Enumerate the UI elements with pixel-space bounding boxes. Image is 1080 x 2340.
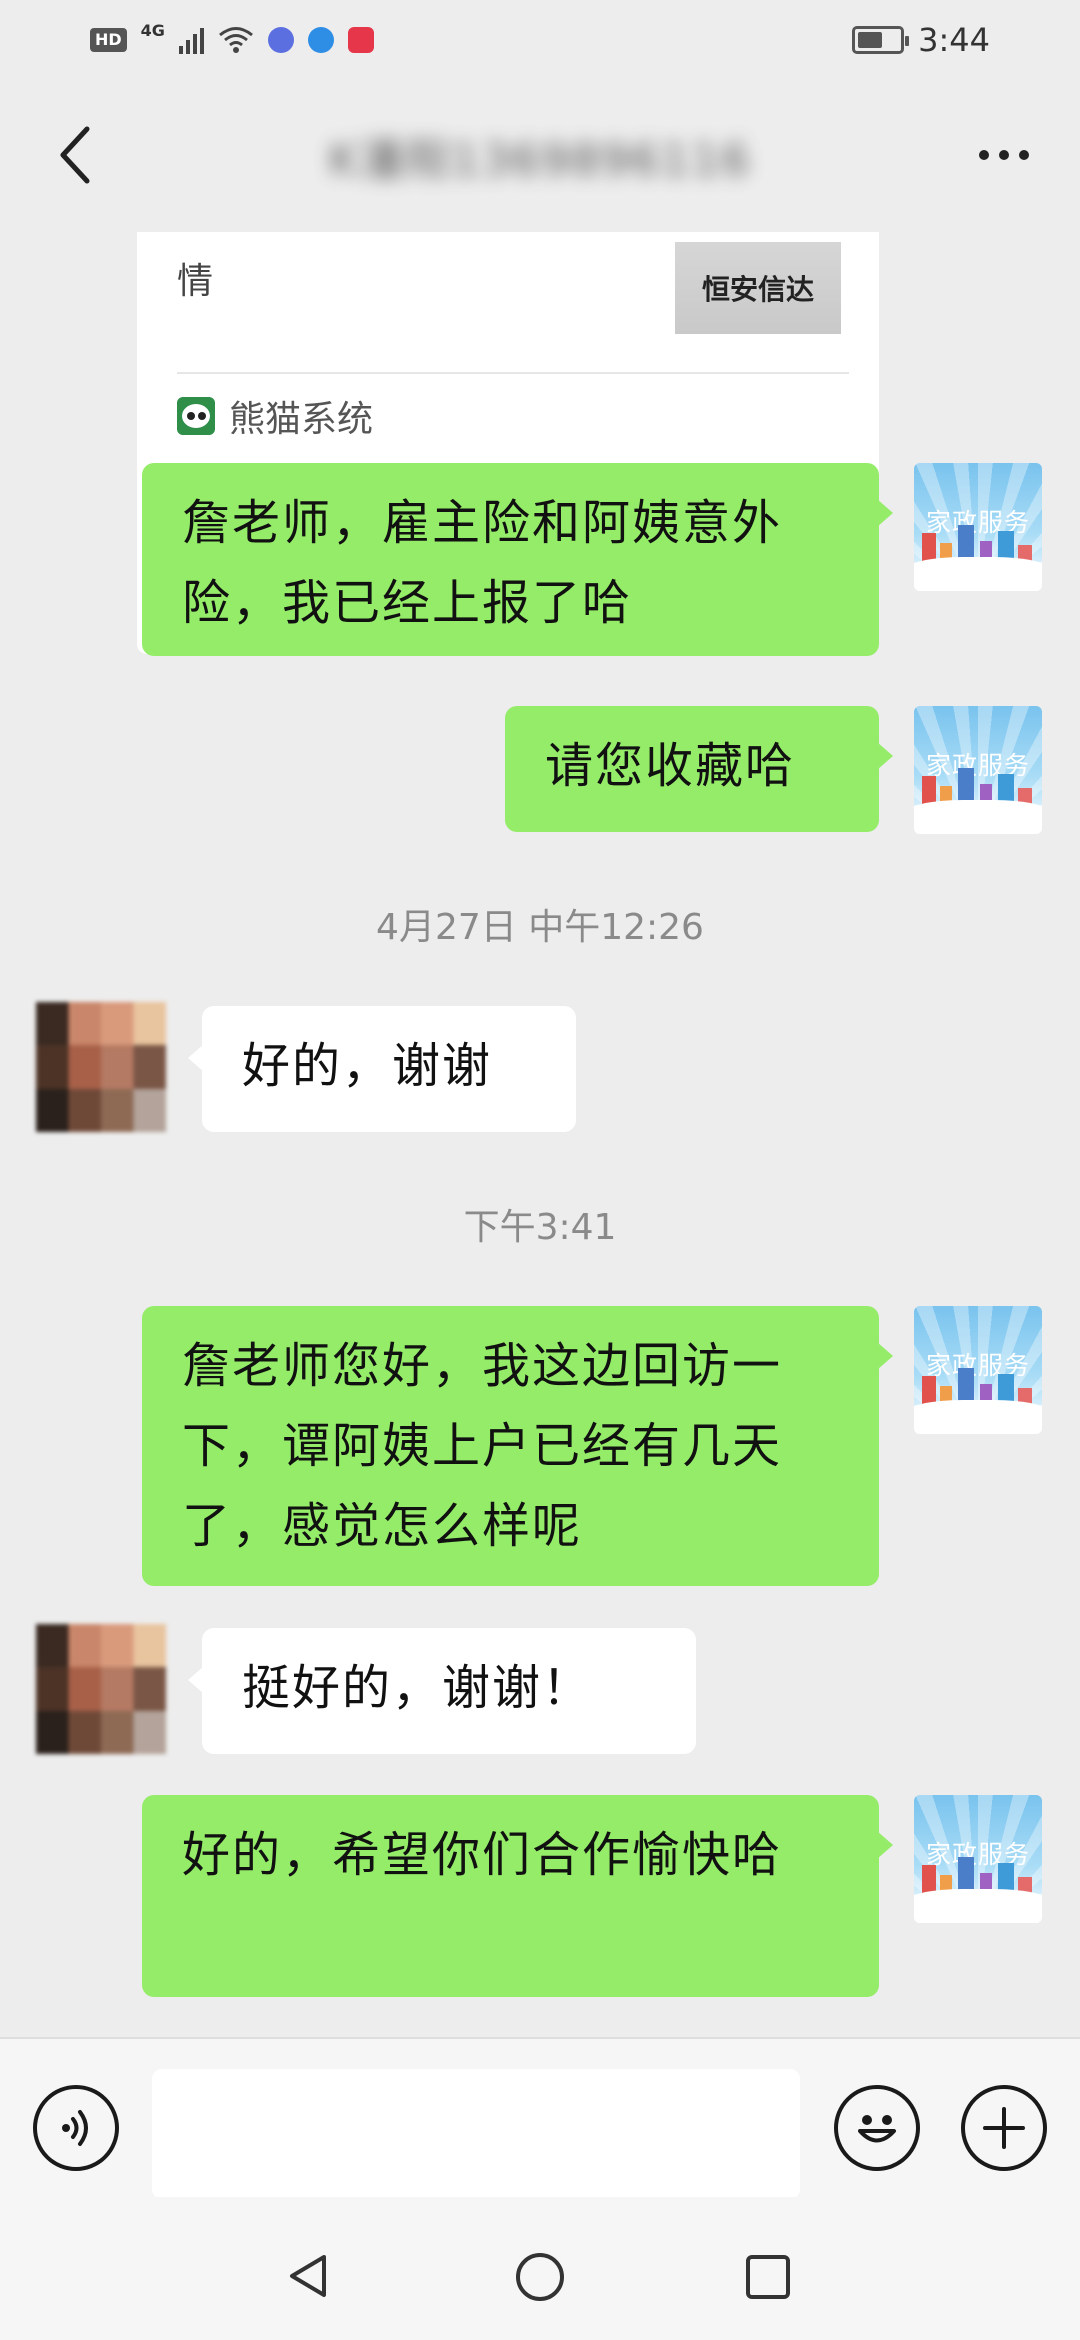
panda-icon	[177, 397, 215, 435]
my-avatar[interactable]: 家政服务	[914, 706, 1042, 834]
message-bubble-outgoing[interactable]: 詹老师，雇主险和阿姨意外险，我已经上报了哈	[142, 463, 893, 656]
message-text: 挺好的，谢谢！	[242, 1660, 593, 1716]
message-bubble-outgoing[interactable]: 好的，希望你们合作愉快哈	[142, 1795, 893, 1997]
message-input[interactable]	[152, 2069, 800, 2199]
add-button[interactable]	[961, 2085, 1047, 2171]
status-icons-right: 3:44	[852, 21, 990, 59]
my-avatar[interactable]: 家政服务	[914, 1306, 1042, 1434]
contact-avatar[interactable]	[36, 1624, 166, 1754]
message-bubble-outgoing[interactable]: 请您收藏哈	[505, 706, 893, 832]
contact-avatar[interactable]	[36, 1002, 166, 1132]
more-dot-icon	[999, 150, 1009, 160]
card-source-label: 熊猫系统	[229, 399, 374, 440]
message-bubble-incoming[interactable]: 挺好的，谢谢！	[188, 1628, 696, 1754]
system-nav-bar	[0, 2197, 1080, 2340]
my-avatar[interactable]: 家政服务	[914, 1795, 1042, 1923]
more-button[interactable]	[964, 120, 1044, 190]
card-thumbnail-text: 恒安信达	[701, 273, 814, 306]
card-thumbnail: 恒安信达	[675, 242, 841, 334]
message-text: 詹老师您好，我这边回访一下，谭阿姨上户已经有几天了，感觉怎么样呢	[182, 1338, 783, 1554]
status-bar: HD 4G 3:44	[0, 0, 1080, 80]
smiley-icon	[858, 2115, 896, 2143]
hd-badge: HD	[90, 28, 127, 52]
nav-home-icon[interactable]	[514, 2251, 566, 2303]
nav-recents-icon[interactable]	[744, 2253, 792, 2301]
plus-icon	[983, 2107, 1025, 2149]
card-title: 情	[177, 261, 214, 302]
divider	[177, 372, 849, 374]
chat-header: K潘阳1369896116	[0, 80, 1080, 232]
battery-level	[858, 32, 883, 48]
status-icons-left: HD 4G	[90, 21, 374, 54]
browser-app-icon	[307, 27, 334, 53]
back-button[interactable]	[40, 120, 110, 190]
clock: 3:44	[918, 21, 990, 59]
battery-icon	[852, 26, 910, 54]
emoji-button[interactable]	[834, 2085, 920, 2171]
chat-area[interactable]: 情 恒安信达 熊猫系统 詹老师，雇主险和阿姨意外险，我已经上报了哈 家政服务 请…	[0, 232, 1080, 2037]
chat-title: K潘阳1369896116	[328, 135, 752, 186]
nav-back-icon[interactable]	[284, 2251, 334, 2301]
message-text: 请您收藏哈	[545, 738, 796, 794]
more-dot-icon	[1019, 150, 1029, 160]
voice-button[interactable]	[33, 2085, 119, 2171]
timestamp: 下午3:41	[463, 1207, 617, 1248]
music-app-icon	[267, 27, 294, 53]
card-source: 熊猫系统	[177, 390, 373, 442]
message-bubble-incoming[interactable]: 好的，谢谢	[188, 1006, 576, 1132]
message-bubble-outgoing[interactable]: 詹老师您好，我这边回访一下，谭阿姨上户已经有几天了，感觉怎么样呢	[142, 1306, 893, 1586]
message-text: 好的，谢谢	[242, 1038, 493, 1094]
input-bar	[0, 2037, 1080, 2199]
more-dot-icon	[979, 150, 989, 160]
voice-icon	[62, 2110, 88, 2146]
signal-icon	[178, 26, 204, 54]
chevron-left-icon	[60, 126, 90, 184]
my-avatar[interactable]: 家政服务	[914, 463, 1042, 591]
message-text: 詹老师，雇主险和阿姨意外险，我已经上报了哈	[182, 495, 783, 631]
red-app-icon	[347, 27, 374, 53]
message-text: 好的，希望你们合作愉快哈	[182, 1827, 783, 1883]
timestamp: 4月27日 中午12:26	[376, 907, 704, 948]
network-type: 4G	[140, 20, 165, 40]
wifi-icon	[218, 27, 253, 53]
